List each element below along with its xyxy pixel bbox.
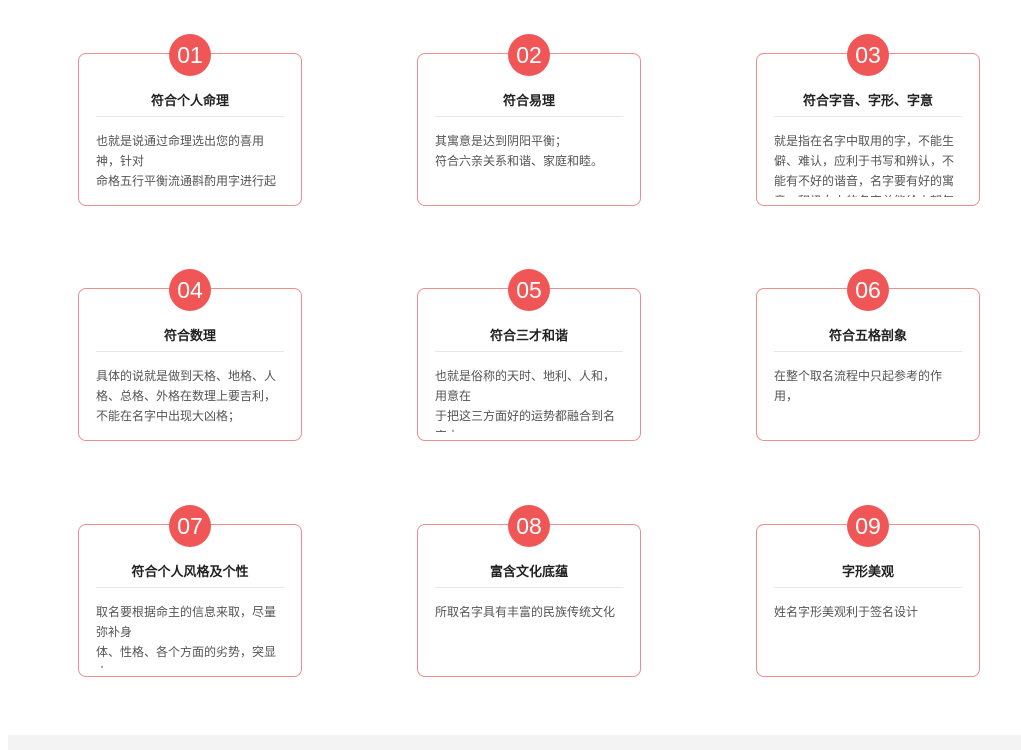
card-title: 符合五格剖象 <box>774 327 962 352</box>
footer-band <box>8 735 1021 750</box>
card-description: 也就是俗称的天时、地利、人和，用意在 于把这三方面好的运势都融合到名字中 <box>435 369 616 432</box>
card-number-badge: 02 <box>508 34 550 76</box>
principle-card: 02 符合易理 其寓意是达到阴阳平衡； 符合六亲关系和谐、家庭和睦。 <box>417 34 641 206</box>
card-description: 也就是说通过命理选出您的喜用神，针对 命格五行平衡流通斟酌用字进行起 <box>96 134 277 188</box>
card-description: 姓名字形美观利于签名设计 <box>774 605 919 619</box>
principle-card: 07 符合个人风格及个性 取名要根据命主的信息来取，尽量弥补身 体、性格、各个方… <box>78 505 302 677</box>
card-number-badge: 05 <box>508 269 550 311</box>
principle-card: 04 符合数理 具体的说就是做到天格、地格、人格、总格、外格在数理上要吉利，不能… <box>78 269 302 441</box>
card-title: 符合易理 <box>435 92 623 117</box>
card-number-badge: 01 <box>169 34 211 76</box>
principle-card: 06 符合五格剖象 在整个取名流程中只起参考的作用， <box>756 269 980 441</box>
card-title: 富含文化底蕴 <box>435 563 623 588</box>
card-title: 字形美观 <box>774 563 962 588</box>
card-number-badge: 07 <box>169 505 211 547</box>
card-description: 具体的说就是做到天格、地格、人格、总格、外格在数理上要吉利，不能在名字中出现大凶… <box>96 369 277 423</box>
card-description: 就是指在名字中取用的字，不能生僻、难认，应利于书写和辨认，不能有不好的谐音，名字… <box>774 134 955 197</box>
card-number-badge: 09 <box>847 505 889 547</box>
principle-card: 09 字形美观 姓名字形美观利于签名设计 <box>756 505 980 677</box>
card-description: 其寓意是达到阴阳平衡； 符合六亲关系和谐、家庭和睦。 <box>435 134 604 168</box>
card-description: 取名要根据命主的信息来取，尽量弥补身 体、性格、各个方面的劣势，突显本 <box>96 605 277 668</box>
card-title: 符合字音、字形、字意 <box>774 92 962 117</box>
card-number-badge: 04 <box>169 269 211 311</box>
principle-card: 08 富含文化底蕴 所取名字具有丰富的民族传统文化 <box>417 505 641 677</box>
principle-card: 05 符合三才和谐 也就是俗称的天时、地利、人和，用意在 于把这三方面好的运势都… <box>417 269 641 441</box>
principle-card: 01 符合个人命理 也就是说通过命理选出您的喜用神，针对 命格五行平衡流通斟酌用… <box>78 34 302 206</box>
principle-card: 03 符合字音、字形、字意 就是指在名字中取用的字，不能生僻、难认，应利于书写和… <box>756 34 980 206</box>
card-description: 所取名字具有丰富的民族传统文化 <box>435 605 616 619</box>
card-title: 符合个人风格及个性 <box>96 563 284 588</box>
card-number-badge: 08 <box>508 505 550 547</box>
card-title: 符合数理 <box>96 327 284 352</box>
naming-principles-grid: 01 符合个人命理 也就是说通过命理选出您的喜用神，针对 命格五行平衡流通斟酌用… <box>0 0 1021 735</box>
card-number-badge: 03 <box>847 34 889 76</box>
card-title: 符合个人命理 <box>96 92 284 117</box>
card-description: 在整个取名流程中只起参考的作用， <box>774 369 943 403</box>
card-title: 符合三才和谐 <box>435 327 623 352</box>
card-number-badge: 06 <box>847 269 889 311</box>
